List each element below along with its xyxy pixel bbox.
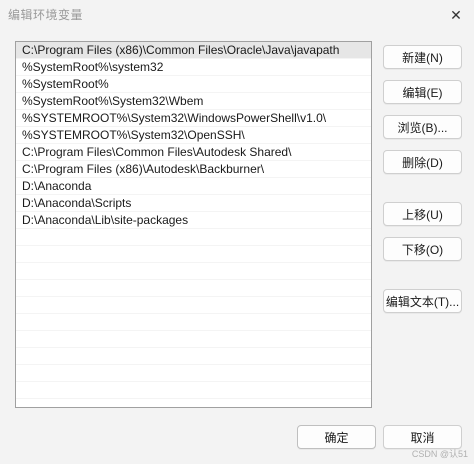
list-item[interactable]: C:\Program Files\Common Files\Autodesk S…	[16, 144, 371, 161]
empty-row[interactable]	[16, 246, 371, 263]
move-down-button[interactable]: 下移(O)	[383, 237, 462, 261]
empty-row[interactable]	[16, 314, 371, 331]
new-button[interactable]: 新建(N)	[383, 45, 462, 69]
move-up-button[interactable]: 上移(U)	[383, 202, 462, 226]
window-title: 编辑环境变量	[8, 8, 84, 22]
list-item[interactable]: D:\Anaconda\Scripts	[16, 195, 371, 212]
list-item[interactable]: C:\Program Files (x86)\Autodesk\Backburn…	[16, 161, 371, 178]
cancel-button[interactable]: 取消	[383, 425, 462, 449]
edit-text-button[interactable]: 编辑文本(T)...	[383, 289, 462, 313]
list-item[interactable]: %SYSTEMROOT%\System32\WindowsPowerShell\…	[16, 110, 371, 127]
edit-env-var-dialog: 编辑环境变量 ✕ C:\Program Files (x86)\Common F…	[0, 0, 474, 464]
list-item[interactable]: D:\Anaconda\Lib\site-packages	[16, 212, 371, 229]
empty-row[interactable]	[16, 280, 371, 297]
list-item[interactable]: %SystemRoot%	[16, 76, 371, 93]
list-item[interactable]: %SystemRoot%\System32\Wbem	[16, 93, 371, 110]
empty-row[interactable]	[16, 331, 371, 348]
list-item[interactable]: %SystemRoot%\system32	[16, 59, 371, 76]
ok-button[interactable]: 确定	[297, 425, 376, 449]
list-item[interactable]: C:\Program Files (x86)\Common Files\Orac…	[16, 42, 371, 59]
list-item[interactable]: D:\Anaconda	[16, 178, 371, 195]
empty-row[interactable]	[16, 229, 371, 246]
empty-row[interactable]	[16, 263, 371, 280]
browse-button[interactable]: 浏览(B)...	[383, 115, 462, 139]
watermark: CSDN @认51	[411, 449, 468, 459]
title-bar: 编辑环境变量 ✕	[0, 0, 474, 30]
edit-button[interactable]: 编辑(E)	[383, 80, 462, 104]
close-icon[interactable]: ✕	[444, 4, 468, 26]
list-item[interactable]: %SYSTEMROOT%\System32\OpenSSH\	[16, 127, 371, 144]
empty-row[interactable]	[16, 297, 371, 314]
empty-row[interactable]	[16, 348, 371, 365]
delete-button[interactable]: 删除(D)	[383, 150, 462, 174]
empty-row[interactable]	[16, 365, 371, 382]
empty-row[interactable]	[16, 382, 371, 399]
path-list[interactable]: C:\Program Files (x86)\Common Files\Orac…	[15, 41, 372, 408]
